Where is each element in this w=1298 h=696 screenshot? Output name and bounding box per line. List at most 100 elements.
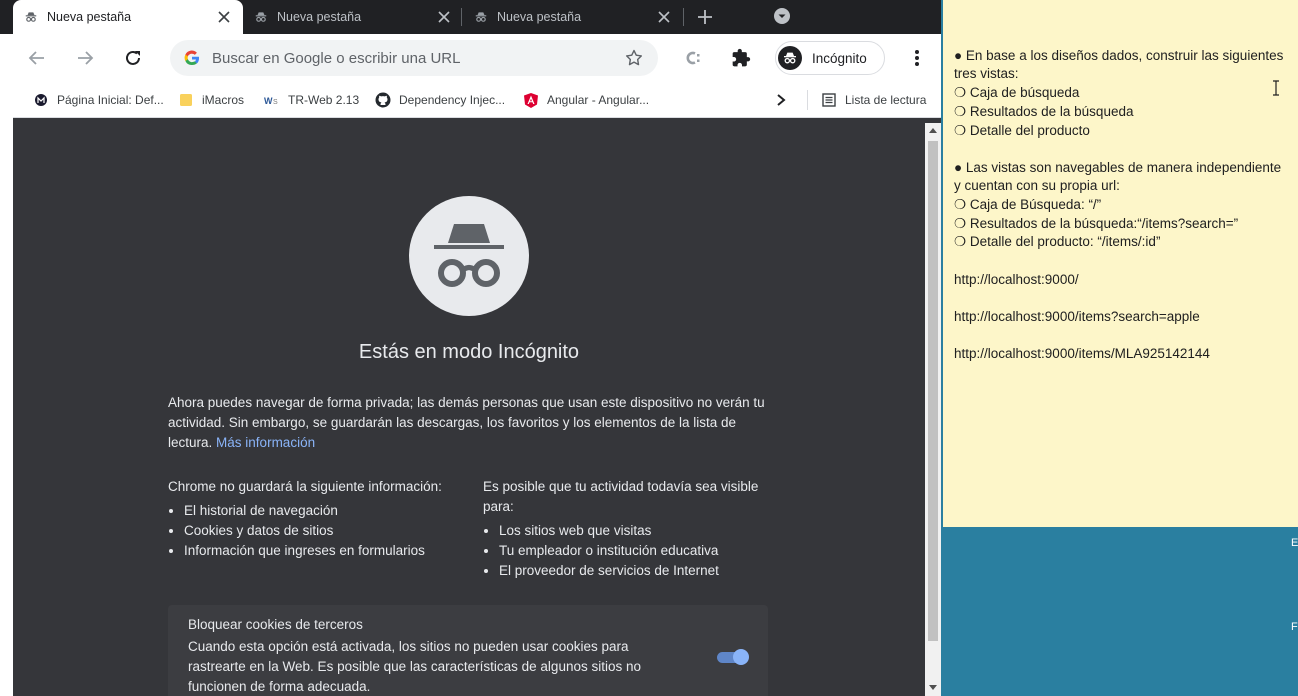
bookmark-star-icon[interactable] bbox=[624, 48, 644, 68]
reload-button[interactable] bbox=[119, 44, 147, 72]
search-input[interactable] bbox=[212, 40, 612, 76]
close-icon[interactable] bbox=[435, 8, 453, 26]
tab-divider bbox=[683, 8, 684, 26]
tab-title: Nueva pestaña bbox=[497, 10, 582, 24]
tab-divider bbox=[461, 8, 462, 26]
cookies-description: Cuando esta opción está activada, los si… bbox=[188, 639, 641, 694]
site-icon: WS bbox=[264, 92, 280, 108]
visible-heading: Es posible que tu actividad todavía sea … bbox=[483, 477, 778, 517]
toggle-knob bbox=[733, 649, 749, 665]
note-line: ● Las vistas son navegables de manera in… bbox=[954, 160, 1282, 175]
bookmarks-bar: Página Inicial: Def... iMacros WS TR-Web… bbox=[13, 82, 941, 118]
extensions-puzzle-icon[interactable] bbox=[729, 46, 753, 70]
heading-emphasis: no guardará bbox=[219, 479, 293, 494]
note-line: http://localhost:9000/items?search=apple bbox=[954, 309, 1200, 324]
profile-label: Incógnito bbox=[812, 50, 867, 66]
menu-kebab-icon[interactable] bbox=[905, 46, 929, 70]
new-tab-button[interactable] bbox=[692, 4, 718, 30]
heading-emphasis: todavía sea visible bbox=[647, 479, 759, 494]
tab-strip: Nueva pestaña Nueva pestaña Nueva pestañ… bbox=[0, 0, 941, 34]
cookies-toggle[interactable] bbox=[717, 649, 749, 665]
note-line: y cuentan con su propia url: bbox=[954, 178, 1120, 193]
tab-2[interactable]: Nueva pestaña bbox=[243, 0, 463, 34]
reading-list-icon bbox=[821, 92, 837, 108]
sticky-note[interactable]: ● En base a los diseños dados, construir… bbox=[943, 0, 1298, 527]
text-cursor-icon bbox=[1273, 80, 1279, 96]
reading-list-label: Lista de lectura bbox=[845, 93, 927, 107]
note-line: http://localhost:9000/items/MLA925142144 bbox=[954, 346, 1210, 361]
incognito-icon bbox=[473, 9, 489, 25]
scroll-down-arrow-icon[interactable] bbox=[929, 685, 937, 690]
note-line: tres vistas: bbox=[954, 66, 1019, 81]
svg-text:W: W bbox=[264, 96, 273, 106]
list-item: Cookies y datos de sitios bbox=[184, 521, 468, 541]
not-saved-section: Chrome no guardará la siguiente informac… bbox=[168, 477, 468, 561]
tab-title: Nueva pestaña bbox=[277, 10, 362, 24]
scrollbar-thumb[interactable] bbox=[928, 141, 938, 641]
profile-incognito-button[interactable]: Incógnito bbox=[775, 41, 885, 75]
reading-list-button[interactable]: Lista de lectura bbox=[821, 82, 926, 118]
svg-text:S: S bbox=[273, 99, 278, 106]
bookmark-label: Página Inicial: Def... bbox=[57, 93, 164, 107]
close-icon[interactable] bbox=[655, 8, 673, 26]
third-party-cookies-card: Bloquear cookies de terceros Cuando esta… bbox=[168, 605, 768, 696]
list-item: Información que ingreses en formularios bbox=[184, 541, 468, 561]
forward-button[interactable] bbox=[71, 44, 99, 72]
back-button[interactable] bbox=[23, 44, 51, 72]
bookmark-label: TR-Web 2.13 bbox=[288, 93, 360, 107]
window-edge bbox=[0, 34, 13, 696]
github-icon bbox=[375, 92, 391, 108]
cookies-title: Bloquear cookies de terceros bbox=[188, 617, 363, 632]
not-saved-heading: Chrome no guardará la siguiente informac… bbox=[168, 477, 468, 497]
list-item: Tu empleador o institución educativa bbox=[499, 541, 778, 561]
visible-list: Los sitios web que visitas Tu empleador … bbox=[483, 521, 778, 581]
bookmark-label: Angular - Angular... bbox=[547, 93, 650, 107]
incognito-icon bbox=[253, 9, 269, 25]
heading-part: la siguiente información: bbox=[292, 479, 442, 494]
tab-search-button[interactable] bbox=[772, 6, 792, 26]
list-item: Los sitios web que visitas bbox=[499, 521, 778, 541]
incognito-avatar-icon bbox=[778, 46, 802, 70]
bookmark-item[interactable]: Página Inicial: Def... bbox=[33, 82, 164, 118]
bookmark-item[interactable]: Dependency Injec... bbox=[375, 82, 505, 118]
heading-part: Chrome bbox=[168, 479, 220, 494]
desktop-text-fragment: F bbox=[1291, 621, 1298, 633]
incognito-page: Estás en modo Incógnito Ahora puedes nav… bbox=[13, 123, 925, 696]
more-bookmarks-chevron-icon[interactable] bbox=[775, 82, 787, 118]
close-icon[interactable] bbox=[215, 8, 233, 26]
folder-icon bbox=[178, 92, 194, 108]
bookmarks-divider bbox=[807, 90, 808, 110]
heading-part: para: bbox=[483, 499, 514, 514]
bookmark-label: iMacros bbox=[202, 93, 245, 107]
note-line: ❍ Detalle del producto: “/items/:id” bbox=[954, 234, 1161, 249]
bookmark-item[interactable]: Angular - Angular... bbox=[523, 82, 649, 118]
incognito-spy-icon bbox=[409, 196, 529, 316]
not-saved-list: El historial de navegación Cookies y dat… bbox=[168, 501, 468, 561]
address-bar[interactable] bbox=[170, 40, 658, 76]
desktop-background: E F bbox=[941, 527, 1298, 696]
tab-3[interactable]: Nueva pestaña bbox=[463, 0, 683, 34]
learn-more-link[interactable]: Más información bbox=[216, 435, 315, 450]
browser-toolbar: Incógnito bbox=[13, 34, 941, 82]
extension-c-icon[interactable] bbox=[682, 46, 706, 70]
note-line: ❍ Resultados de la búsqueda bbox=[954, 104, 1134, 119]
browser-window: Nueva pestaña Nueva pestaña Nueva pestañ… bbox=[0, 0, 941, 696]
note-line: ❍ Caja de búsqueda bbox=[954, 85, 1080, 100]
scroll-up-arrow-icon[interactable] bbox=[929, 128, 937, 133]
note-line: ❍ Detalle del producto bbox=[954, 123, 1090, 138]
page-title: Estás en modo Incógnito bbox=[358, 341, 580, 363]
bookmark-folder[interactable]: iMacros bbox=[178, 82, 244, 118]
note-line: ❍ Caja de Búsqueda: “/” bbox=[954, 197, 1102, 212]
incognito-icon bbox=[23, 9, 39, 25]
note-line: http://localhost:9000/ bbox=[954, 272, 1079, 287]
tab-title: Nueva pestaña bbox=[47, 10, 132, 24]
note-line: ● En base a los diseños dados, construir… bbox=[954, 48, 1284, 63]
google-icon bbox=[184, 50, 200, 66]
tab-1[interactable]: Nueva pestaña bbox=[13, 0, 243, 34]
angular-icon bbox=[523, 92, 539, 108]
page-scrollbar[interactable] bbox=[925, 123, 941, 696]
heading-part: Es posible que tu actividad bbox=[483, 479, 648, 494]
list-item: El historial de navegación bbox=[184, 501, 468, 521]
bookmark-item[interactable]: WS TR-Web 2.13 bbox=[264, 82, 359, 118]
site-icon bbox=[33, 92, 49, 108]
